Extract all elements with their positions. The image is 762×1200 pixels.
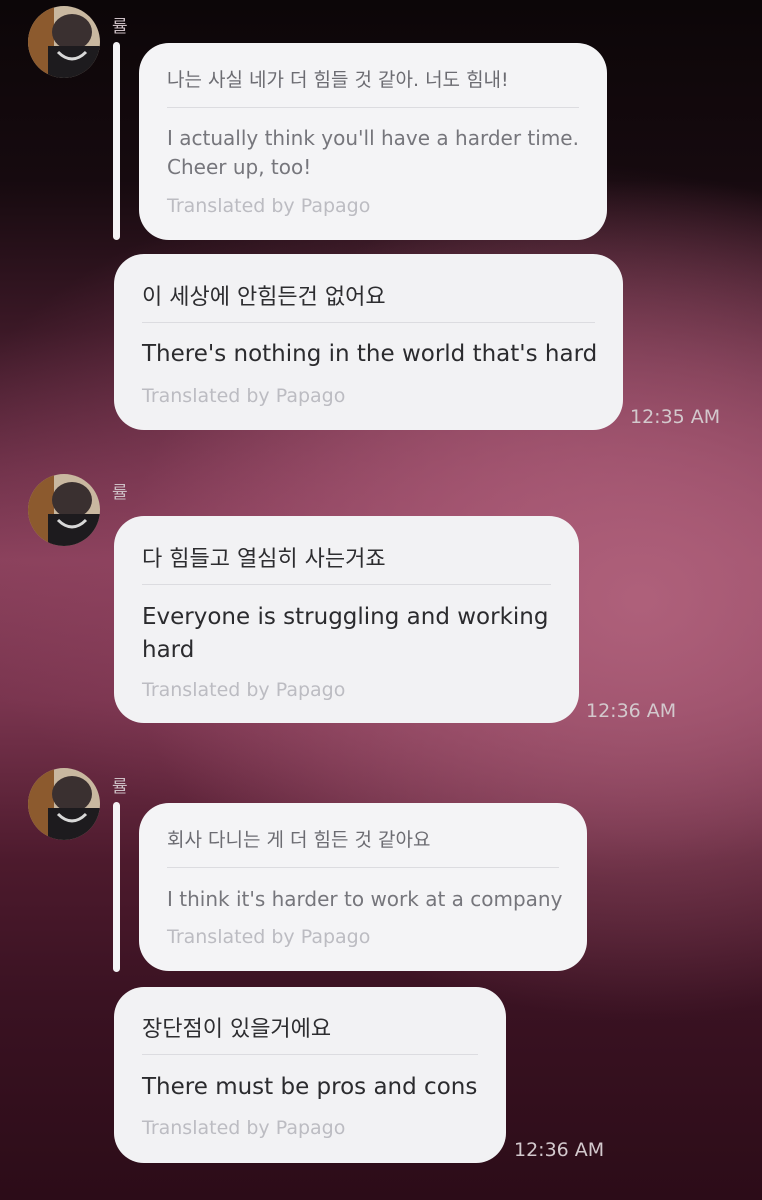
divider <box>142 1054 478 1055</box>
sender-name: 률 <box>112 777 128 797</box>
message-bubble[interactable]: 장단점이 있을거에요 There must be pros and cons T… <box>114 987 506 1163</box>
sender-name: 률 <box>112 17 128 37</box>
divider <box>142 322 595 323</box>
translation-credit: Translated by Papago <box>167 195 371 217</box>
translation-credit: Translated by Papago <box>167 926 371 948</box>
translation-text: There's nothing in the world that's hard <box>142 341 598 367</box>
translation-credit: Translated by Papago <box>142 385 346 407</box>
timestamp: 12:36 AM <box>586 700 677 722</box>
translation-text: There must be pros and cons <box>142 1074 478 1100</box>
quoted-original-text: 회사 다니는 게 더 힘든 것 같아요 <box>167 829 431 851</box>
reply-bar <box>113 42 120 240</box>
original-text: 장단점이 있을거에요 <box>142 1017 332 1042</box>
original-text: 이 세상에 안힘든건 없어요 <box>142 285 386 310</box>
translation-credit: Translated by Papago <box>142 679 346 701</box>
timestamp: 12:36 AM <box>514 1139 605 1161</box>
quoted-message-bubble[interactable]: 회사 다니는 게 더 힘든 것 같아요 I think it's harder … <box>139 803 587 971</box>
avatar[interactable] <box>28 6 100 78</box>
message-bubble[interactable]: 이 세상에 안힘든건 없어요 There's nothing in the wo… <box>114 254 623 430</box>
divider <box>142 584 551 585</box>
divider <box>167 107 579 108</box>
reply-bar <box>113 802 120 972</box>
avatar[interactable] <box>28 474 100 546</box>
divider <box>167 867 559 868</box>
translation-credit: Translated by Papago <box>142 1117 346 1139</box>
timestamp: 12:35 AM <box>630 406 721 428</box>
original-text: 다 힘들고 열심히 사는거죠 <box>142 547 386 572</box>
quoted-translation-text: I think it's harder to work at a company <box>167 887 563 911</box>
avatar[interactable] <box>28 768 100 840</box>
quoted-message-bubble[interactable]: 나는 사실 네가 더 힘들 것 같아. 너도 힘내! I actually th… <box>139 43 607 240</box>
quoted-original-text: 나는 사실 네가 더 힘들 것 같아. 너도 힘내! <box>167 69 509 91</box>
quoted-translation-text: I actually think you'll have a harder ti… <box>167 126 579 179</box>
sender-name: 률 <box>112 483 128 503</box>
message-bubble[interactable]: 다 힘들고 열심히 사는거죠 Everyone is struggling an… <box>114 516 579 723</box>
translation-text: Everyone is struggling and working hard <box>142 604 549 663</box>
